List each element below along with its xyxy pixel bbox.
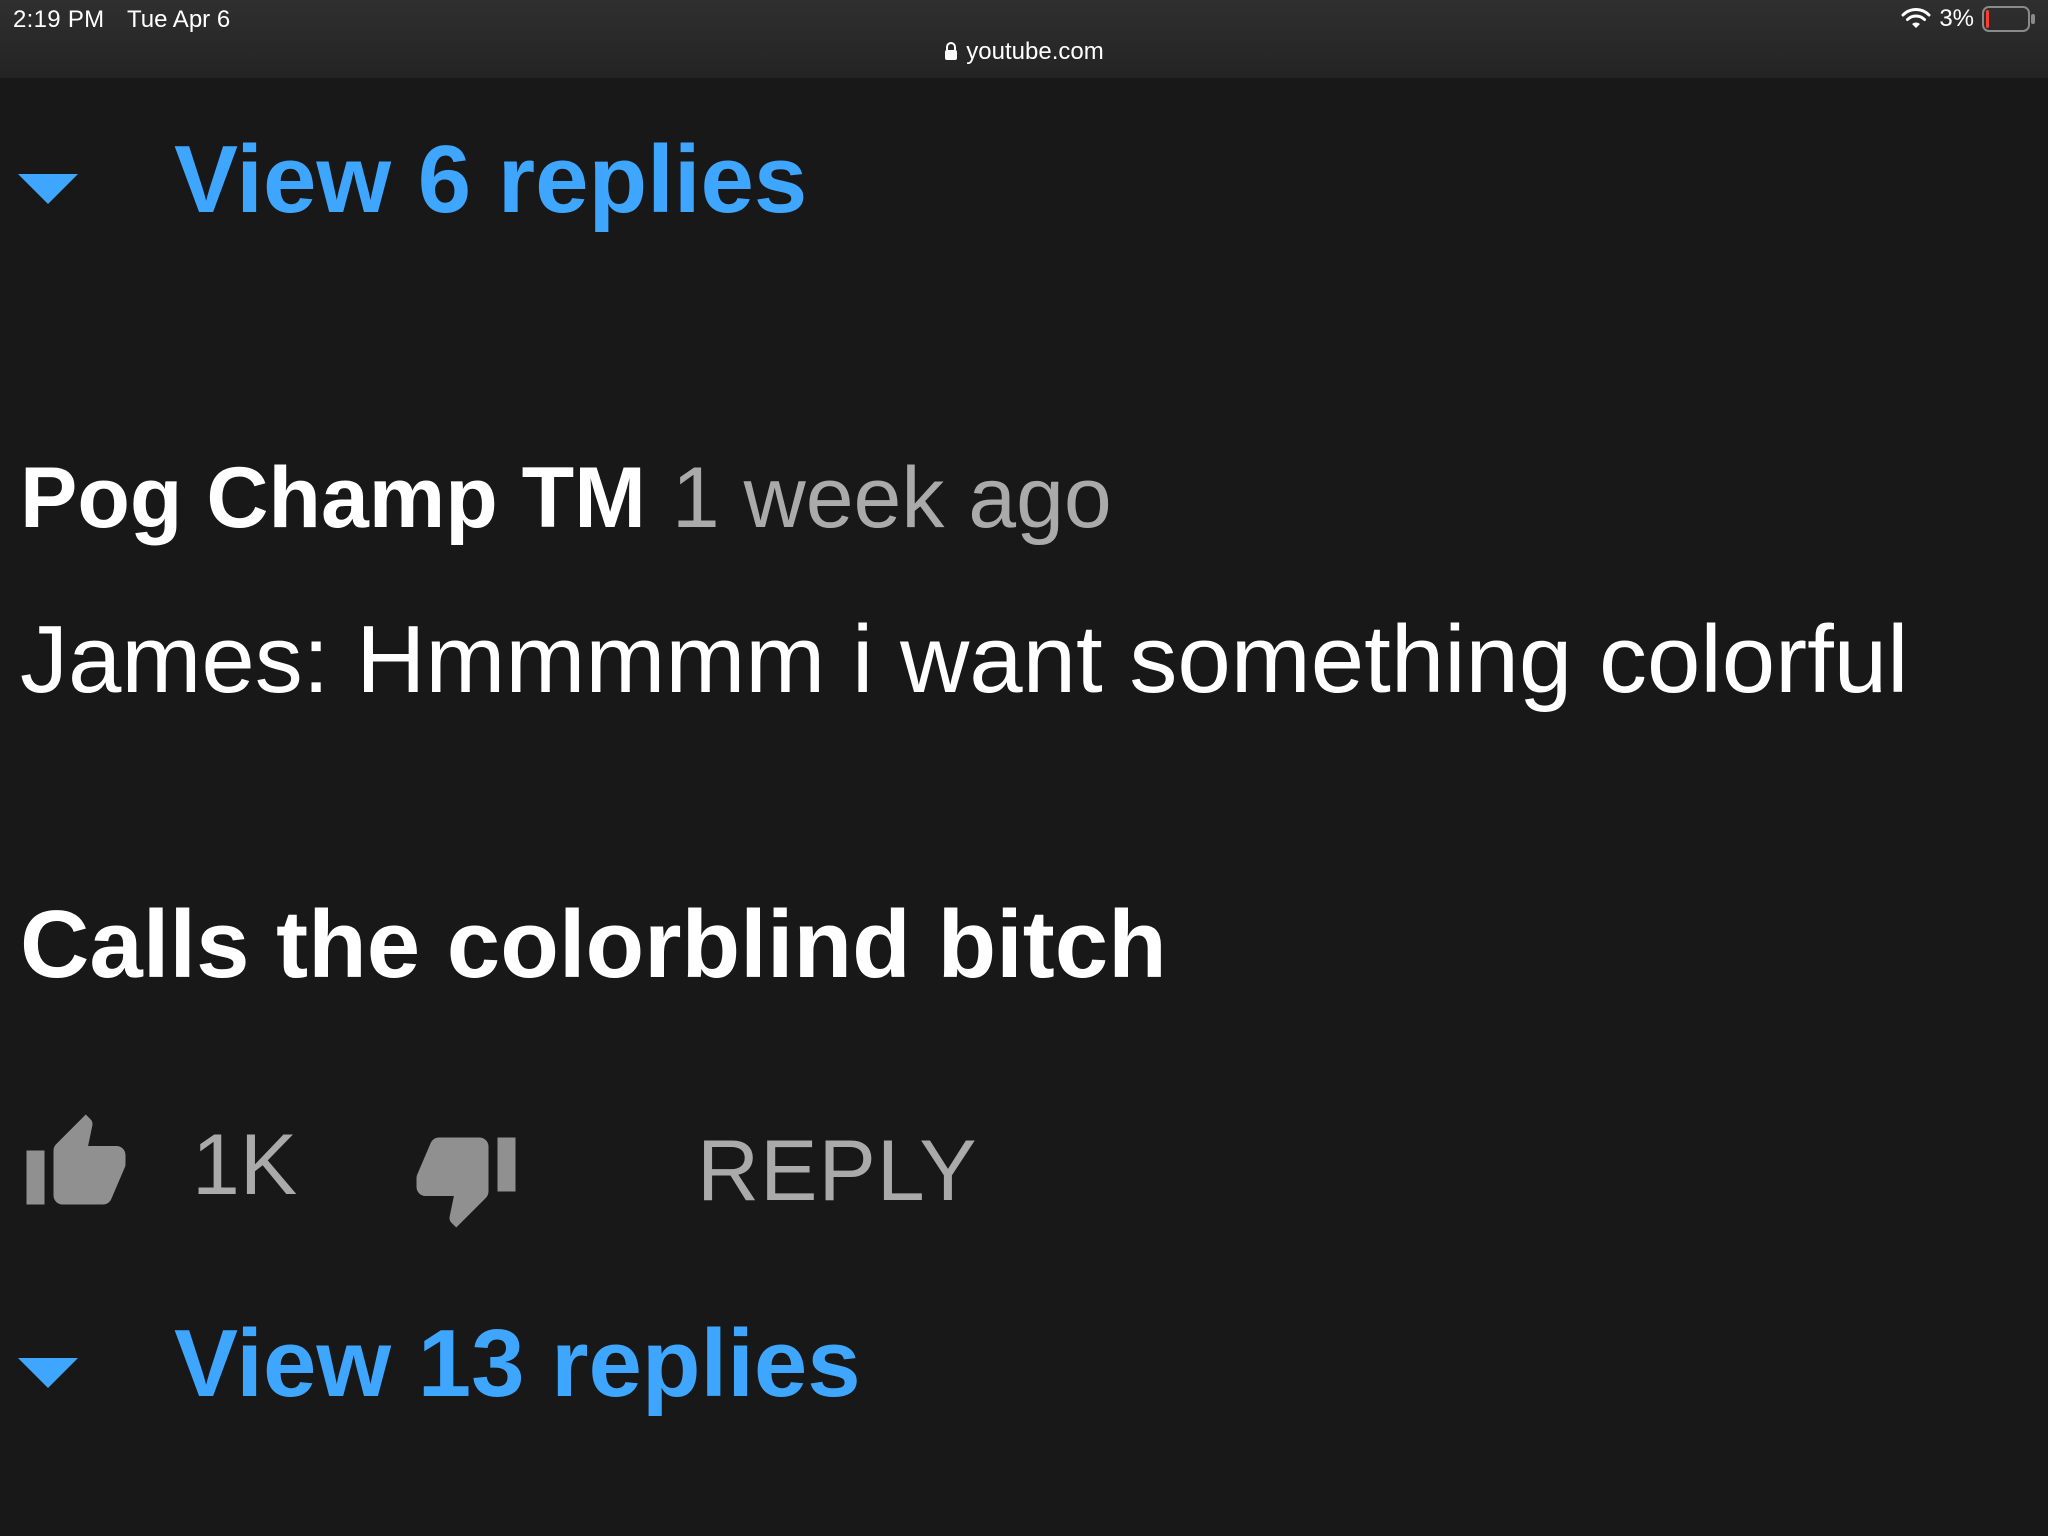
- comment-action-bar: 1K REPLY: [0, 1110, 1200, 1230]
- caret-down-icon: [18, 174, 78, 204]
- caret-down-icon: [18, 1358, 78, 1388]
- status-date: Tue Apr 6: [127, 6, 231, 33]
- comment-header: Pog Champ TM 1 week ago: [20, 455, 1112, 541]
- battery-percent: 3%: [1939, 5, 1974, 32]
- comment-timestamp[interactable]: 1 week ago: [672, 450, 1112, 546]
- view-replies-label[interactable]: View 6 replies: [174, 132, 807, 228]
- like-count: 1K: [192, 1117, 298, 1213]
- wifi-icon: [1901, 8, 1931, 28]
- url-text: youtube.com: [966, 38, 1104, 65]
- thumbs-down-icon[interactable]: [412, 1124, 520, 1232]
- view-replies-label[interactable]: View 13 replies: [174, 1316, 861, 1412]
- comment-author[interactable]: Pog Champ TM: [20, 450, 646, 546]
- comment-text-line: James: Hmmmmm i want something colorful: [20, 606, 1909, 713]
- status-bar: 2:19 PM Tue Apr 6 3% youtube.com: [0, 0, 2048, 78]
- view-replies-toggle-bottom[interactable]: View 13 replies: [0, 1312, 1200, 1422]
- thumbs-up-icon[interactable]: [22, 1110, 130, 1218]
- comment-text-line: Calls the colorblind bitch: [20, 891, 1167, 998]
- reply-button[interactable]: REPLY: [697, 1128, 978, 1214]
- status-time: 2:19 PM: [13, 6, 105, 33]
- view-replies-toggle-top[interactable]: View 6 replies: [0, 128, 1200, 238]
- address-bar[interactable]: youtube.com: [0, 38, 2048, 66]
- battery-icon: [1982, 6, 2035, 32]
- lock-icon: [945, 42, 958, 60]
- status-indicators: 3%: [1901, 5, 2036, 33]
